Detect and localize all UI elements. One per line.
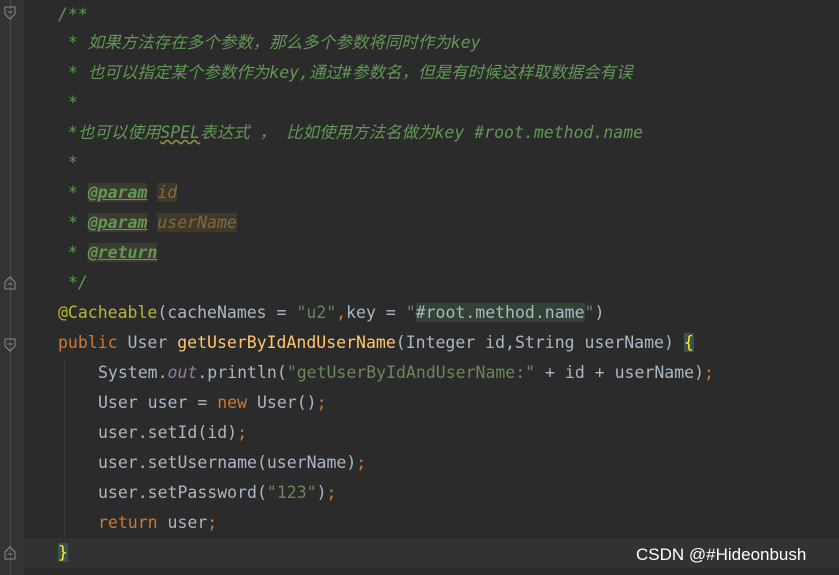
code-line-1: /** [58,5,88,24]
code-line-12: public User getUserByIdAndUserName(Integ… [58,333,694,352]
code-line-6: * [58,153,78,172]
javadoc-param-name: id [157,183,178,202]
javadoc-param-tag: @param [87,213,148,232]
javadoc-param-name: userName [157,213,237,232]
code-line-18: return user; [98,513,218,532]
code-line-16: user.setUsername(userName); [98,453,367,472]
code-line-19: } [58,538,68,568]
spel-expression: #root.method.name [415,303,585,322]
fold-end-icon[interactable] [4,276,16,290]
code-line-11: @Cacheable(cacheNames = "u2",key = "#roo… [58,303,605,322]
code-line-10: */ [58,273,88,292]
javadoc-param-tag: @param [87,183,148,202]
code-line-17: user.setPassword("123"); [98,483,337,502]
code-line-9: * @return [58,243,158,262]
matched-brace: { [683,333,694,352]
code-line-7: * @param id [58,183,178,202]
watermark: CSDN @#Hideonbush [636,545,807,564]
code-line-5: *也可以使用SPEL表达式 ， 比如使用方法名做为key #root.metho… [58,123,644,142]
code-line-15: user.setId(id); [98,423,248,442]
code-line-4: * [58,93,78,112]
matched-brace: } [58,543,68,562]
code-line-3: * 也可以指定某个参数作为key,通过#参数名，但是有时候这样取数据会有误 [58,63,633,82]
annotation: @Cacheable [58,303,158,322]
fold-collapse-icon[interactable] [4,338,16,352]
code-line-14: User user = new User(); [98,393,327,412]
method-name: getUserByIdAndUserName [177,333,396,352]
fold-collapse-icon[interactable] [4,6,16,20]
code-line-13: System.out.println("getUserByIdAndUserNa… [98,363,714,382]
indent-guide [64,360,65,538]
javadoc-return-tag: @return [87,243,158,262]
spell-warning: SPEL [160,123,201,142]
code-line-8: * @param userName [58,213,237,232]
code-line-2: * 如果方法存在多个参数，那么多个参数将同时作为key [58,33,481,52]
fold-end-icon[interactable] [4,546,16,560]
